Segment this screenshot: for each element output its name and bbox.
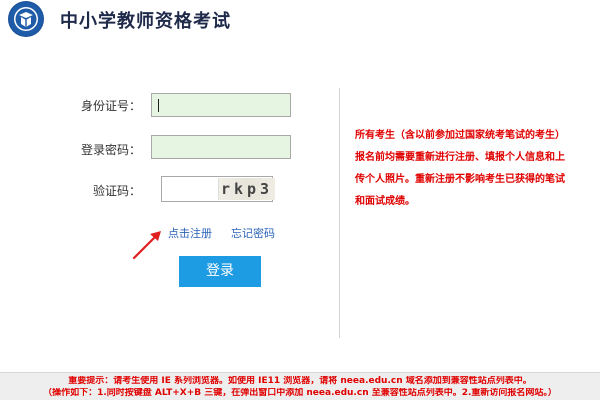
site-title: 中小学教师资格考试 (60, 11, 231, 32)
header: 中小学教师资格考试 (0, 0, 600, 40)
vertical-divider (339, 88, 340, 338)
red-arrow-icon (132, 231, 161, 260)
footer-tip-line-2: （操作如下：1.同时按键盘 ALT+X+B 三键，在弹出窗口中添加 neea.e… (43, 388, 557, 398)
text-cursor (158, 99, 159, 112)
id-number-input[interactable] (151, 93, 291, 117)
university-logo-icon (9, 2, 43, 36)
id-number-label: 身份证号： (80, 99, 141, 113)
forgot-password-link[interactable]: 忘记密码 (231, 225, 275, 241)
password-label: 登录密码： (80, 143, 141, 157)
register-link[interactable]: 点击注册 (168, 225, 212, 241)
registration-notice: 所有考生（含以前参加过国家统考笔试的考生）报名前均需要重新进行注册、填报个人信息… (355, 130, 565, 207)
footer: 重要提示：请考生使用 IE 系列浏览器。如使用 IE11 浏览器，请将 neea… (0, 372, 600, 400)
password-input[interactable] (151, 135, 291, 159)
captcha-image[interactable]: rkp3 (218, 178, 275, 200)
login-page: 中小学教师资格考试 身份证号： 登录密码： 验证码： rkp3 点击注册 忘记密… (0, 0, 600, 400)
login-button[interactable]: 登录 (179, 256, 261, 287)
footer-tip-line-1: 重要提示：请考生使用 IE 系列浏览器。如使用 IE11 浏览器，请将 neea… (68, 376, 532, 386)
captcha-label: 验证码： (92, 184, 141, 198)
